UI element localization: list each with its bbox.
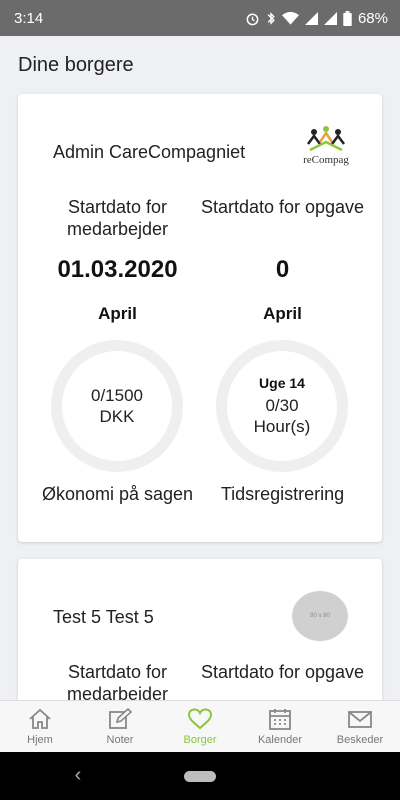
home-icon — [29, 708, 51, 729]
week-label: Uge 14 — [259, 375, 305, 391]
time-ring: Uge 14 0/30 Hour(s) — [216, 340, 348, 472]
edit-icon — [109, 707, 133, 729]
avatar: 80 x 80 — [292, 591, 348, 641]
hours-value: 0/30 — [265, 396, 299, 415]
nav-borger-label: Borger — [183, 734, 217, 746]
signal-icon — [304, 11, 318, 25]
heart-icon — [187, 708, 213, 730]
task-start-label: Startdato for opgave — [200, 197, 365, 217]
nav-home-label: Hjem — [27, 734, 53, 746]
nav-calendar[interactable]: Kalender — [240, 701, 320, 752]
economy-month: April — [98, 304, 137, 323]
battery-percent: 68% — [357, 9, 388, 27]
task-start-value: 0 — [275, 256, 290, 283]
citizen-card[interactable]: Admin CareCompagniet reCompag Startdato … — [18, 94, 382, 542]
home-pill-button[interactable] — [184, 771, 216, 782]
employee-start-label: Startdato for medarbejder — [66, 197, 169, 239]
logo-figures-icon — [307, 126, 345, 152]
alarm-icon — [246, 13, 259, 25]
status-icons: 68% — [245, 10, 388, 27]
nav-calendar-label: Kalender — [257, 734, 303, 746]
status-time: 3:14 — [14, 9, 44, 27]
employee-start-label: Startdato for medarbeider — [66, 662, 169, 700]
nav-home[interactable]: Hjem — [0, 701, 80, 752]
system-nav-bar: ‹ — [0, 752, 400, 800]
status-bar: 3:14 68% — [0, 0, 400, 36]
company-logo: reCompag — [296, 124, 356, 168]
back-button[interactable]: ‹ — [66, 764, 90, 787]
citizen-name: Test 5 Test 5 — [53, 607, 154, 627]
time-month: April — [263, 304, 302, 323]
nav-borger[interactable]: Borger — [160, 701, 240, 752]
nav-notes[interactable]: Noter — [80, 701, 160, 752]
wifi-icon — [281, 11, 299, 25]
bottom-nav: Hjem Noter Borger Kalender Beskeder — [0, 700, 400, 752]
economy-unit: DKK — [99, 407, 135, 426]
bluetooth-icon — [267, 11, 275, 25]
nav-messages-label: Beskeder — [336, 734, 384, 746]
nav-notes-label: Noter — [106, 734, 134, 746]
employee-start-date: 01.03.2020 — [57, 256, 178, 283]
citizen-name: Admin CareCompagniet — [53, 142, 246, 162]
hours-unit: Hour(s) — [253, 417, 311, 436]
economy-label: Økonomi på sagen — [41, 484, 194, 504]
logo-text: reCompag — [303, 154, 349, 166]
borgere-list[interactable]: Dine borgere Admin CareCompagniet reComp… — [0, 36, 400, 700]
calendar-icon — [269, 709, 291, 730]
page-title: Dine borgere — [18, 54, 134, 76]
citizen-card[interactable]: Test 5 Test 5 80 x 80 Startdato for meda… — [18, 559, 382, 700]
economy-value: 0/1500 — [91, 386, 143, 405]
task-start-label: Startdato for opgave — [200, 662, 365, 682]
battery-icon — [343, 10, 352, 26]
mail-icon — [348, 711, 372, 728]
economy-ring: 0/1500 DKK — [51, 340, 183, 472]
signal-icon-2 — [323, 11, 337, 25]
time-registration-label: Tidsregistrering — [220, 484, 345, 504]
nav-messages[interactable]: Beskeder — [320, 701, 400, 752]
